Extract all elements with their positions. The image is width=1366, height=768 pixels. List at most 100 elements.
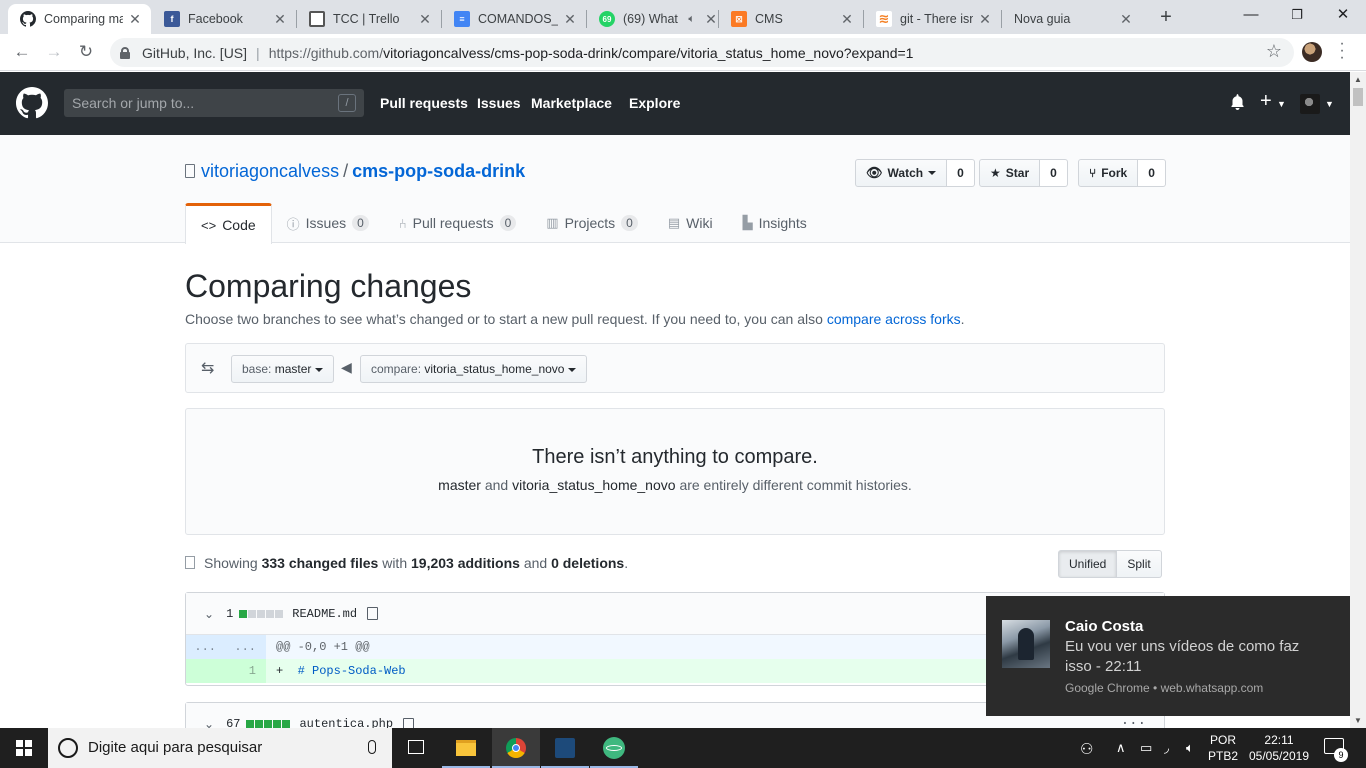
repo-owner-link[interactable]: vitoriagoncalvess (201, 161, 339, 181)
close-icon[interactable]: ✕ (977, 11, 993, 28)
chevron-down-icon[interactable]: ▼ (1325, 99, 1334, 109)
people-icon[interactable]: ⚇ (1080, 740, 1093, 758)
compare-across-forks-link[interactable]: compare across forks (827, 311, 961, 327)
windows-start-icon[interactable] (16, 740, 32, 756)
swap-branches-icon[interactable]: ⇆ (201, 358, 214, 378)
arrow-left-icon: ◀ (341, 359, 352, 375)
chrome-icon[interactable] (492, 728, 540, 768)
close-icon[interactable]: ✕ (703, 11, 719, 28)
url-text: https://github.com/vitoriagoncalvess/cms… (268, 44, 914, 61)
microphone-icon[interactable] (368, 740, 376, 754)
expand-right[interactable]: ... (226, 635, 266, 659)
base-branch-select[interactable]: base: master (231, 355, 335, 383)
changed-files-link[interactable]: 333 changed files (262, 555, 379, 571)
input-language[interactable]: POR PTB2 (1208, 732, 1238, 764)
tab-projects[interactable]: ▥ Projects 0 (531, 203, 653, 243)
tab-whatsapp[interactable]: 69 (69) What 🔈︎ ✕ (587, 4, 727, 34)
battery-icon[interactable]: ▭ (1140, 740, 1152, 756)
close-icon[interactable]: ✕ (417, 11, 433, 28)
lock-icon[interactable] (120, 46, 130, 59)
nav-explore[interactable]: Explore (629, 95, 680, 111)
star-count[interactable]: 0 (1040, 159, 1068, 187)
forward-button[interactable]: → (42, 41, 66, 65)
tab-facebook[interactable]: f Facebook ✕ (152, 4, 296, 34)
window-close-button[interactable]: ✕ (1320, 0, 1366, 32)
desktop-notification[interactable]: Caio Costa Eu vou ver uns vídeos de como… (986, 596, 1350, 716)
issue-icon: ⓘ (286, 216, 300, 232)
tab-code[interactable]: <> Code (185, 203, 272, 244)
nav-marketplace[interactable]: Marketplace (531, 95, 612, 111)
compare-branch-select[interactable]: compare: vitoria_status_home_novo (360, 355, 588, 383)
taskbar-search-input[interactable]: Digite aqui para pesquisar (48, 728, 392, 768)
tab-new-tab[interactable]: Nova guia ✕ (1002, 4, 1142, 34)
new-line-number[interactable]: 1 (226, 659, 266, 683)
deletions-count: 0 deletions (551, 555, 625, 571)
wifi-icon[interactable]: ◞ (1164, 740, 1169, 756)
tab-stackoverflow[interactable]: ≋ git - There isn ✕ (864, 4, 1001, 34)
bookmark-star-icon[interactable]: ☆ (1266, 41, 1282, 62)
atom-icon[interactable] (590, 728, 638, 768)
sender-photo (1002, 620, 1050, 668)
graph-icon: ▙ (742, 215, 753, 230)
eye-icon: 👁︎ (866, 165, 883, 180)
split-view-button[interactable]: Split (1117, 550, 1162, 578)
repo-icon (185, 164, 195, 178)
tab-cms[interactable]: ⊠ CMS ✕ (719, 4, 863, 34)
mysql-workbench-icon[interactable] (541, 728, 589, 768)
file-diff-icon (185, 556, 195, 569)
tab-wiki[interactable]: ▤ Wiki (653, 203, 728, 243)
clock-date: 05/05/2019 (1248, 749, 1310, 763)
star-button[interactable]: ★ Star (979, 159, 1041, 187)
close-icon[interactable]: ✕ (562, 11, 578, 28)
github-logo-icon[interactable] (16, 87, 48, 119)
back-button[interactable]: ← (10, 41, 34, 65)
chevron-down-icon[interactable]: ⌄ (204, 607, 214, 621)
fork-count[interactable]: 0 (1138, 159, 1166, 187)
bell-icon[interactable] (1230, 94, 1245, 115)
scroll-up-icon[interactable]: ▲ (1354, 75, 1362, 84)
branch-range-editor: ⇆ base: master ◀ compare: vitoria_status… (185, 343, 1165, 393)
reload-button[interactable]: ↻ (74, 41, 98, 65)
repo-name-link[interactable]: cms-pop-soda-drink (352, 161, 525, 181)
clipboard-icon[interactable] (367, 607, 379, 620)
notification-message: Eu vou ver uns vídeos de como faz isso -… (1065, 638, 1300, 675)
nav-issues[interactable]: Issues (477, 95, 521, 111)
diffstat-block (275, 609, 284, 618)
system-clock[interactable]: 22:11 05/05/2019 (1248, 732, 1310, 764)
watch-button[interactable]: 👁︎ Watch (855, 159, 948, 187)
expand-left[interactable]: ... (186, 635, 226, 659)
close-icon[interactable]: ✕ (272, 11, 288, 28)
fork-button[interactable]: ⑂ Fork (1078, 159, 1139, 187)
user-avatar[interactable] (1300, 94, 1320, 114)
tab-google-docs[interactable]: ≡ COMANDOS_C ✕ (442, 4, 586, 34)
minimize-button[interactable]: — (1228, 0, 1274, 32)
chevron-up-icon[interactable]: ∧ (1116, 740, 1126, 756)
unified-view-button[interactable]: Unified (1058, 550, 1118, 578)
create-new-plus-icon[interactable]: + (1260, 90, 1272, 113)
volume-icon[interactable]: 🔈︎ (1186, 740, 1194, 756)
close-icon[interactable]: ✕ (1118, 11, 1134, 28)
file-explorer-icon[interactable] (442, 728, 490, 768)
new-tab-button[interactable]: + (1154, 6, 1178, 30)
task-view-icon[interactable] (392, 728, 440, 768)
watch-count[interactable]: 0 (947, 159, 975, 187)
tab-pull-requests[interactable]: ⑃ Pull requests 0 (384, 203, 531, 243)
profile-avatar[interactable] (1302, 42, 1322, 62)
file-name[interactable]: README.md (292, 607, 357, 621)
scrollbar-thumb[interactable] (1353, 88, 1363, 106)
close-icon[interactable]: ✕ (127, 11, 143, 28)
close-icon[interactable]: ✕ (839, 11, 855, 28)
tab-issues[interactable]: ⓘ Issues 0 (272, 203, 384, 243)
scroll-down-icon[interactable]: ▼ (1354, 716, 1362, 725)
speaker-icon[interactable]: 🔈︎ (688, 13, 695, 26)
chevron-down-icon[interactable]: ▼ (1277, 99, 1286, 109)
tab-insights[interactable]: ▙ Insights (728, 203, 822, 243)
tab-trello[interactable]: TCC | Trello ✕ (297, 4, 441, 34)
restore-button[interactable]: ❐ (1274, 0, 1320, 32)
page-scrollbar[interactable]: ▲ ▼ (1350, 72, 1366, 728)
search-input[interactable]: Search or jump to... / (64, 89, 364, 117)
address-bar[interactable]: GitHub, Inc. [US] | https://github.com/v… (110, 38, 1294, 67)
browser-menu-icon[interactable]: · · · (1339, 36, 1345, 66)
nav-pull-requests[interactable]: Pull requests (380, 95, 468, 111)
tab-github-compare[interactable]: Comparing ma ✕ (8, 4, 151, 34)
